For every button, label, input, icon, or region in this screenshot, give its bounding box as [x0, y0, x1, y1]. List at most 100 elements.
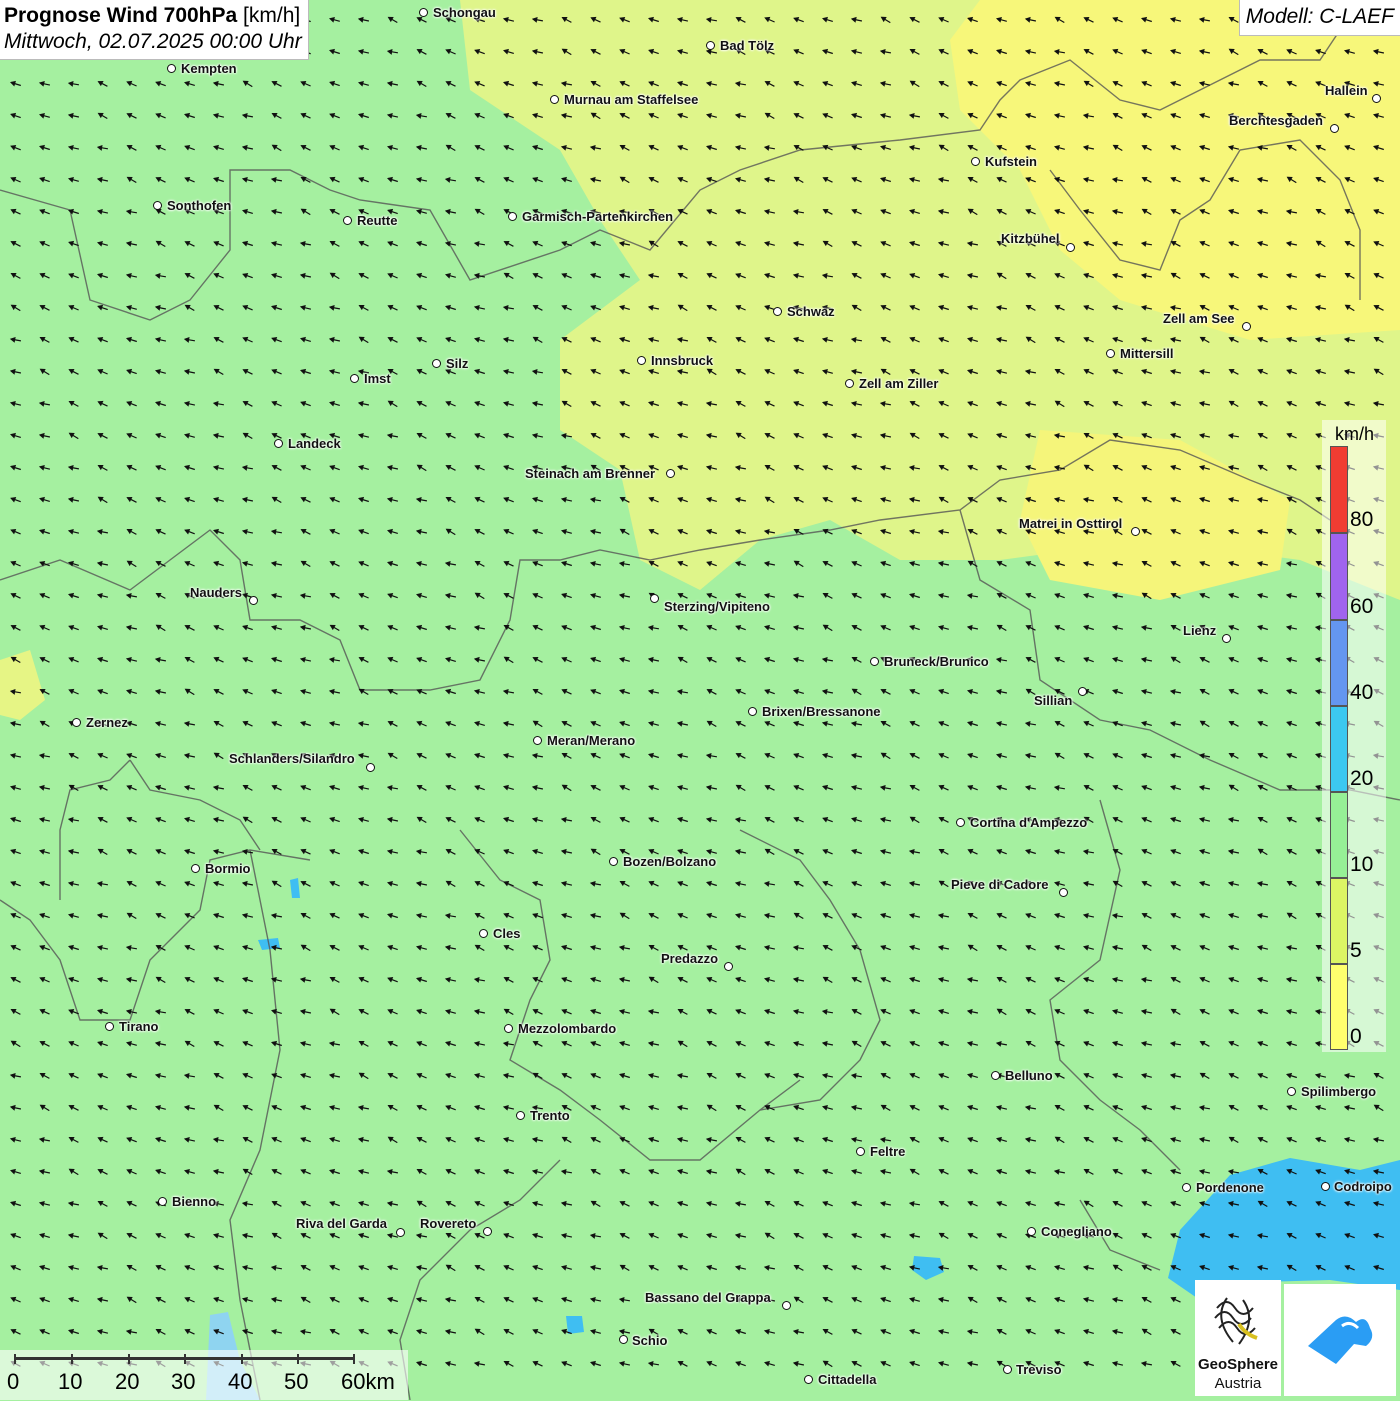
city-label-bad-toelz: Bad Tölz [720, 38, 775, 53]
forecast-datetime: Mittwoch, 02.07.2025 00:00 Uhr [4, 30, 302, 53]
legend-label-80: 80 [1350, 508, 1374, 531]
city-marker [1330, 124, 1339, 133]
city-label-hallein: Hallein [1325, 83, 1368, 98]
city-label-nauders: Nauders [190, 585, 243, 600]
city-marker [550, 95, 559, 104]
city-label-schongau: Schongau [433, 5, 496, 20]
scale-label: 40 [228, 1369, 253, 1394]
city-marker [1059, 888, 1068, 897]
scale-tick [184, 1354, 186, 1364]
city-marker [773, 307, 782, 316]
city-label-feltre: Feltre [870, 1144, 906, 1159]
city-label-spilimbergo: Spilimbergo [1301, 1084, 1377, 1099]
city-marker [191, 864, 200, 873]
city-label-kitzbuehel: Kitzbühel [1001, 231, 1060, 246]
city-label-schwaz: Schwaz [787, 304, 835, 319]
city-label-lienz: Lienz [1183, 623, 1217, 638]
city-marker [609, 857, 618, 866]
city-label-zell-am-ziller: Zell am Ziller [859, 376, 939, 391]
city-marker [724, 962, 733, 971]
city-label-imst: Imst [364, 371, 391, 386]
city-marker [504, 1024, 513, 1033]
city-label-steinach: Steinach am Brenner [525, 466, 656, 481]
city-label-reutte: Reutte [357, 213, 398, 228]
app-logo [1284, 1284, 1396, 1396]
city-marker [483, 1227, 492, 1236]
city-label-trento: Trento [530, 1108, 570, 1123]
city-label-bormio: Bormio [205, 861, 251, 876]
city-marker [1372, 94, 1381, 103]
scale-tick [128, 1354, 130, 1364]
scale-tick [353, 1354, 355, 1364]
city-marker [153, 201, 162, 210]
city-marker [350, 374, 359, 383]
city-label-sonthofen: Sonthofen [167, 198, 232, 213]
city-marker [432, 359, 441, 368]
model-label: Modell: C-LAEF [1238, 0, 1400, 36]
city-marker [1222, 634, 1231, 643]
scale-label: 10 [58, 1369, 83, 1394]
city-label-sillian: Sillian [1034, 693, 1073, 708]
geosphere-sub: Austria [1214, 1375, 1262, 1392]
city-marker [274, 439, 283, 448]
legend-label-0: 0 [1350, 1025, 1362, 1048]
scale-label: 60km [341, 1369, 395, 1394]
city-label-brixen: Brixen/Bressanone [762, 704, 881, 719]
city-marker [249, 596, 258, 605]
city-marker [856, 1147, 865, 1156]
city-label-codroipo: Codroipo [1334, 1179, 1392, 1194]
city-label-zell-am-see: Zell am See [1163, 311, 1235, 326]
city-marker [1242, 322, 1251, 331]
city-label-zernez: Zernez [86, 715, 128, 730]
city-label-mezzolombardo: Mezzolombardo [518, 1021, 617, 1036]
legend-swatch-80 [1330, 446, 1348, 533]
city-marker [706, 41, 715, 50]
scale-label: 0 [7, 1369, 20, 1394]
city-marker [508, 212, 517, 221]
legend-label-20: 20 [1350, 767, 1374, 790]
city-label-schlanders: Schlanders/Silandro [229, 751, 355, 766]
city-label-bienno: Bienno [172, 1194, 217, 1209]
city-marker [167, 64, 176, 73]
city-marker [991, 1071, 1000, 1080]
legend-swatch-5 [1330, 878, 1348, 964]
city-marker [956, 818, 965, 827]
legend-label-40: 40 [1350, 681, 1374, 704]
scale-tick [71, 1354, 73, 1364]
city-label-landeck: Landeck [288, 436, 341, 451]
geosphere-brand: GeoSphere [1197, 1356, 1279, 1373]
city-marker [1027, 1227, 1036, 1236]
city-label-bassano: Bassano del Grappa [645, 1290, 771, 1305]
city-label-riva-del-garda: Riva del Garda [296, 1216, 388, 1231]
map-title-unit: [km/h] [237, 4, 301, 27]
city-label-rovereto: Rovereto [420, 1216, 477, 1231]
legend-label-10: 10 [1350, 853, 1374, 876]
city-marker [650, 594, 659, 603]
city-marker [1106, 349, 1115, 358]
city-marker [1321, 1182, 1330, 1191]
city-marker [1003, 1365, 1012, 1374]
map-title: Prognose Wind 700hPa [km/h] [4, 3, 302, 29]
geosphere-emblem-icon [1214, 1297, 1258, 1345]
city-marker [1066, 243, 1075, 252]
map-title-main: Prognose Wind 700hPa [4, 4, 238, 27]
city-marker [637, 356, 646, 365]
city-label-bruneck: Bruneck/Brunico [884, 654, 989, 669]
city-marker [158, 1197, 167, 1206]
city-marker [666, 469, 675, 478]
city-marker [619, 1335, 628, 1344]
city-marker [105, 1022, 114, 1031]
city-label-conegliano: Conegliano [1041, 1224, 1112, 1239]
city-label-mittersill: Mittersill [1120, 346, 1174, 361]
city-label-sterzing: Sterzing/Vipiteno [664, 599, 770, 614]
city-label-belluno: Belluno [1005, 1068, 1053, 1083]
city-marker [1182, 1183, 1191, 1192]
city-marker [366, 763, 375, 772]
city-marker [870, 657, 879, 666]
city-label-tirano: Tirano [119, 1019, 159, 1034]
city-label-innsbruck: Innsbruck [651, 353, 714, 368]
scale-label: 50 [284, 1369, 309, 1394]
city-marker [396, 1228, 405, 1237]
city-label-schio: Schio [632, 1333, 668, 1348]
city-label-cortina: Cortina d'Ampezzo [970, 815, 1088, 830]
